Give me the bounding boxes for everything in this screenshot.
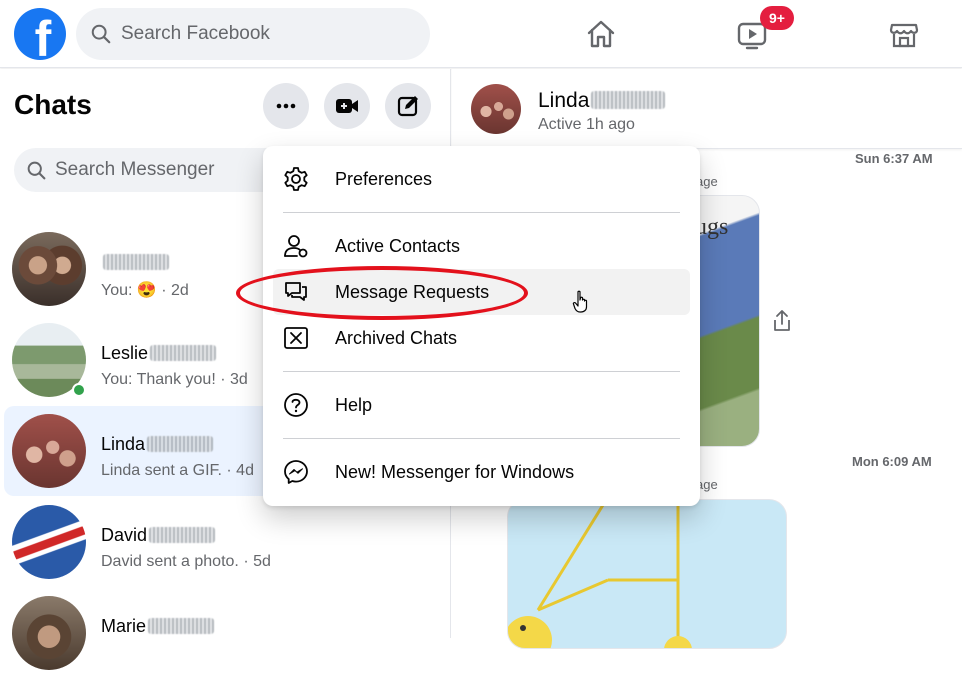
chat-name: Leslie [101, 343, 217, 364]
more-options-button[interactable] [263, 83, 309, 129]
chat-name: Marie [101, 616, 215, 637]
chats-title: Chats [14, 89, 92, 120]
search-icon [27, 161, 46, 179]
menu-divider [283, 371, 680, 372]
redacted-name [148, 618, 215, 634]
marketplace-icon[interactable] [882, 12, 926, 56]
avatar [12, 505, 86, 579]
avatar[interactable] [471, 84, 521, 134]
message-requests-icon [283, 279, 309, 305]
facebook-logo[interactable]: f [14, 8, 66, 60]
menu-item-messenger-for-windows[interactable]: New! Messenger for Windows [273, 449, 690, 495]
help-icon [283, 392, 309, 418]
chat-name [101, 252, 169, 273]
video-camera-icon [336, 99, 358, 113]
menu-item-active-contacts[interactable]: Active Contacts [273, 223, 690, 269]
chat-options-menu: Preferences Active Contacts Message Requ… [263, 146, 700, 506]
facebook-search-box[interactable] [76, 8, 430, 60]
more-icon [276, 103, 296, 109]
redacted-name [150, 345, 217, 361]
chat-preview: You: Thank you! · 3d [101, 371, 248, 388]
search-icon [91, 24, 111, 44]
avatar [12, 596, 86, 670]
redacted-name [149, 527, 216, 543]
new-message-button[interactable] [385, 83, 431, 129]
facebook-search-input[interactable] [121, 23, 401, 45]
active-status: Active 1h ago [538, 116, 635, 133]
menu-item-help[interactable]: Help [273, 382, 690, 428]
compose-icon [397, 96, 418, 117]
chat-list-item[interactable]: Marie [4, 588, 446, 678]
conversation-name[interactable]: Linda [538, 89, 666, 113]
menu-item-message-requests[interactable]: Message Requests [273, 269, 690, 315]
chat-preview: David sent a photo. · 5d [101, 553, 271, 570]
hand-cursor-icon [572, 290, 590, 319]
avatar [12, 414, 86, 488]
top-bar: f 9+ [0, 0, 962, 68]
message-timestamp: Mon 6:09 AM [852, 454, 932, 469]
redacted-name [591, 91, 666, 109]
menu-divider [283, 212, 680, 213]
heart-eyes-emoji: 😍 [136, 282, 157, 299]
messenger-icon [283, 459, 309, 485]
chat-preview: Linda sent a GIF. · 4d [101, 462, 254, 479]
online-indicator [72, 383, 86, 397]
chat-preview: You: 😍 · 2d [101, 282, 189, 299]
notification-badge: 9+ [760, 6, 794, 30]
gear-icon [283, 166, 309, 192]
archive-icon [283, 325, 309, 351]
avatar [12, 232, 86, 306]
share-icon[interactable] [772, 309, 792, 338]
contacts-icon [283, 233, 309, 259]
menu-item-preferences[interactable]: Preferences [273, 156, 690, 202]
conversation-header: Linda Active 1h ago [452, 69, 962, 149]
gif-message[interactable] [507, 499, 787, 649]
home-icon[interactable] [579, 12, 623, 56]
redacted-name [147, 436, 214, 452]
menu-divider [283, 438, 680, 439]
message-timestamp: Sun 6:37 AM [855, 151, 933, 166]
chat-name: David [101, 525, 216, 546]
messenger-search-input[interactable] [55, 159, 275, 181]
redacted-name [103, 254, 169, 270]
image-text: ugs [695, 214, 729, 240]
sun-illustration [508, 500, 692, 648]
chat-name: Linda [101, 434, 214, 455]
new-room-button[interactable] [324, 83, 370, 129]
menu-item-archived-chats[interactable]: Archived Chats [273, 315, 690, 361]
chat-list-item[interactable]: David David sent a photo. · 5d [4, 497, 446, 587]
